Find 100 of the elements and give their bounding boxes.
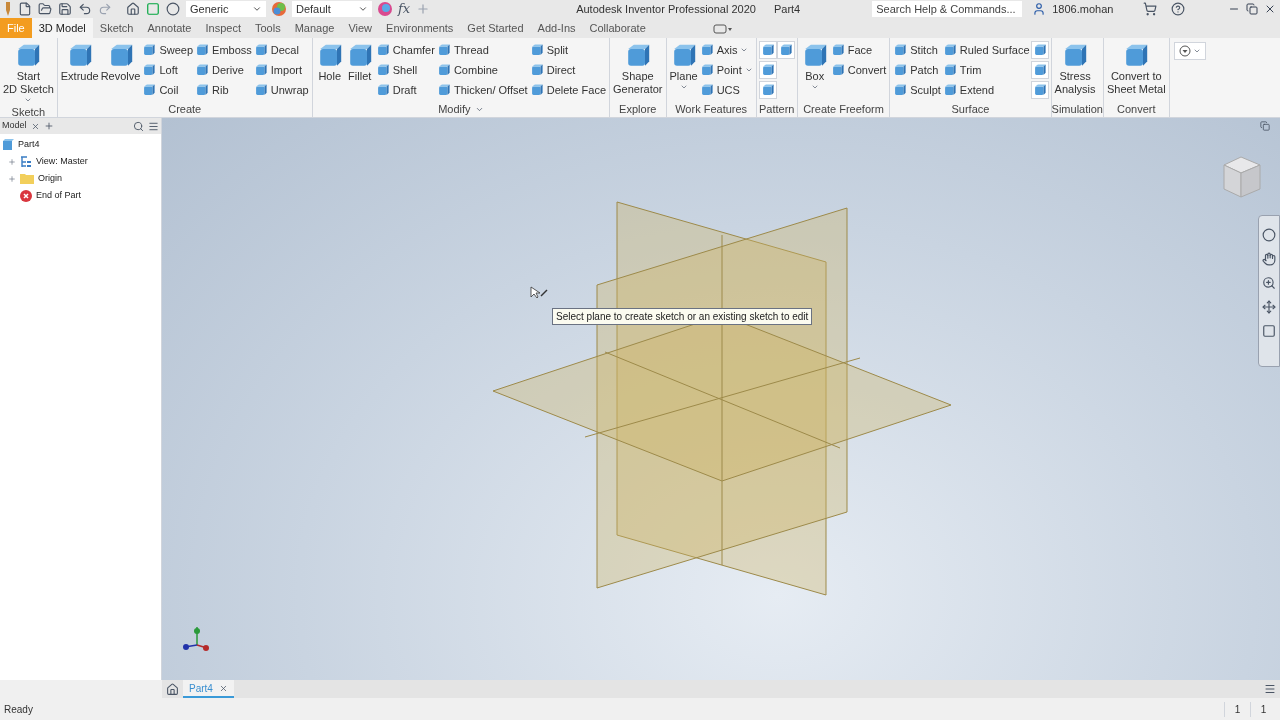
ribbon-icon-button[interactable] [1030,41,1049,59]
material-dropdown[interactable]: Generic [186,1,266,17]
ribbon-tool-button[interactable]: Sweep [141,40,195,60]
ribbon-tool-button[interactable]: Convert to Sheet Metal [1105,40,1167,96]
home-icon[interactable] [166,682,179,696]
ribbon-tool-button[interactable]: Derive [194,60,253,80]
ribbon-tool-button[interactable]: Delete Face [528,80,607,100]
ribbon-tool-button[interactable]: Convert [829,60,888,80]
tool-icon [893,83,908,97]
ribbon-tool-button[interactable]: Fillet [344,40,375,83]
ribbon-tab[interactable]: Tools [247,18,288,38]
ribbon-tool-button[interactable]: Rib [194,80,253,100]
ribbon-tool-button[interactable]: Revolve [99,40,142,83]
viewport-restore-icon[interactable] [1260,121,1270,131]
expand-toggle-icon[interactable] [8,157,16,166]
browser-tab[interactable]: Model [2,119,27,133]
ribbon-options-icon[interactable] [712,24,733,34]
tree-item[interactable]: View: Master [36,154,88,169]
ribbon-tool-button[interactable]: Direct [528,60,607,80]
ribbon-icon-button[interactable] [758,61,777,79]
ribbon-tool-button[interactable]: Plane [668,40,699,91]
ribbon-more-button[interactable] [1173,42,1206,60]
ribbon-tool-button[interactable]: Draft [374,80,436,100]
color-sphere-icon[interactable] [378,2,392,16]
ribbon-tool-button[interactable]: Stitch [892,40,942,60]
ribbon-tool-button[interactable]: Axis [698,40,754,60]
ribbon-tool-button[interactable]: Hole [314,40,345,83]
ribbon-tool-button[interactable]: Emboss [194,40,253,60]
ribbon-tool-button[interactable]: Thicken/ Offset [435,80,529,100]
close-icon[interactable] [1264,3,1276,15]
zoom-icon[interactable] [1262,276,1276,290]
ribbon-tab[interactable]: Collaborate [582,18,653,38]
ribbon-tab[interactable]: Sketch [92,18,141,38]
ribbon-tool-button[interactable]: Face [829,40,888,60]
new-file-icon[interactable] [18,2,32,16]
tool-icon [529,83,544,97]
pan-icon[interactable] [1262,252,1276,266]
ribbon-tool-button[interactable]: Patch [892,60,942,80]
ribbon-tab[interactable]: 3D Model [31,18,93,38]
ribbon-tab[interactable]: Environments [379,18,461,38]
expand-toggle-icon[interactable] [8,174,16,183]
close-icon[interactable] [30,121,40,131]
ribbon-tool-button[interactable]: Combine [435,60,529,80]
ribbon-tool-button[interactable]: Extend [941,80,1031,100]
ribbon-tab[interactable]: Inspect [198,18,248,38]
ribbon-tool-button[interactable]: Ruled Surface [941,40,1031,60]
add-tab-icon[interactable] [43,121,54,131]
ribbon-tool-button[interactable]: Thread [435,40,529,60]
ribbon-tab[interactable]: Annotate [140,18,199,38]
ribbon-tool-button[interactable]: Extrude [59,40,100,83]
ribbon-icon-button[interactable] [1030,81,1049,99]
ribbon-tool-button[interactable]: Sculpt [892,80,942,100]
ribbon-tab[interactable]: Add-Ins [530,18,583,38]
work-planes-drawing[interactable] [492,201,952,596]
ribbon-tool-button[interactable]: Chamfer [374,40,436,60]
ribbon-icon-button[interactable] [758,81,777,99]
open-folder-icon[interactable] [38,2,52,16]
ribbon-tool-button[interactable]: Split [528,40,607,60]
save-icon[interactable] [58,2,72,16]
tree-item[interactable]: Part4 [18,137,40,152]
undo-icon[interactable] [78,2,92,16]
restore-icon[interactable] [1246,3,1258,15]
ribbon-tab[interactable]: View [341,18,380,38]
menu-icon[interactable] [1264,683,1276,695]
ribbon-icon-button[interactable] [758,41,777,59]
appearance-dropdown[interactable]: Default [292,1,372,17]
caret-icon [810,83,819,91]
graphics-viewport[interactable]: Select plane to create sketch or an existing sketch to edit [162,118,1280,680]
ribbon-tool-button[interactable]: Shell [374,60,436,80]
ribbon-tool-button[interactable]: Coil [141,80,195,100]
ribbon-tool-button[interactable]: UCS [698,80,754,100]
ribbon-icon-button[interactable] [1030,61,1049,79]
ribbon-tool-button[interactable]: Stress Analysis [1053,40,1097,96]
close-icon[interactable] [218,683,228,693]
parameters-button[interactable]: fx [398,0,411,19]
search-icon[interactable] [133,120,144,132]
search-field[interactable]: Search Help & Commands... [872,1,1023,17]
cart-icon[interactable] [1143,2,1158,16]
help-icon[interactable] [1171,2,1186,16]
tree-item[interactable]: End of Part [36,188,82,203]
ribbon-tool-button[interactable]: Box [799,40,830,91]
tool-icon [1032,63,1047,77]
ribbon-tool-button[interactable]: Import [252,60,310,80]
ribbon-tool-button[interactable]: Loft [141,60,195,80]
tool-icon [436,83,451,97]
ribbon-tool-button[interactable]: Shape Generator [612,40,664,96]
menu-icon[interactable] [148,120,159,132]
ribbon-tool-button[interactable]: Unwrap [252,80,310,100]
home-icon[interactable] [126,2,140,16]
ribbon-tool-button[interactable]: Start 2D Sketch [2,40,55,104]
ribbon-tab[interactable]: Manage [287,18,342,38]
user-name[interactable]: 1806.mohan [1052,0,1114,18]
ribbon-tool-button[interactable]: Point [698,60,754,80]
redo-icon[interactable] [98,2,112,16]
ribbon-tab[interactable]: Get Started [460,18,531,38]
ribbon-tool-button[interactable]: Decal [252,40,310,60]
tree-item[interactable]: Origin [38,171,62,186]
color-sphere-icon[interactable] [272,2,286,16]
ribbon-tool-button[interactable]: Trim [941,60,1031,80]
panel-label: Create Freeform [803,101,884,117]
